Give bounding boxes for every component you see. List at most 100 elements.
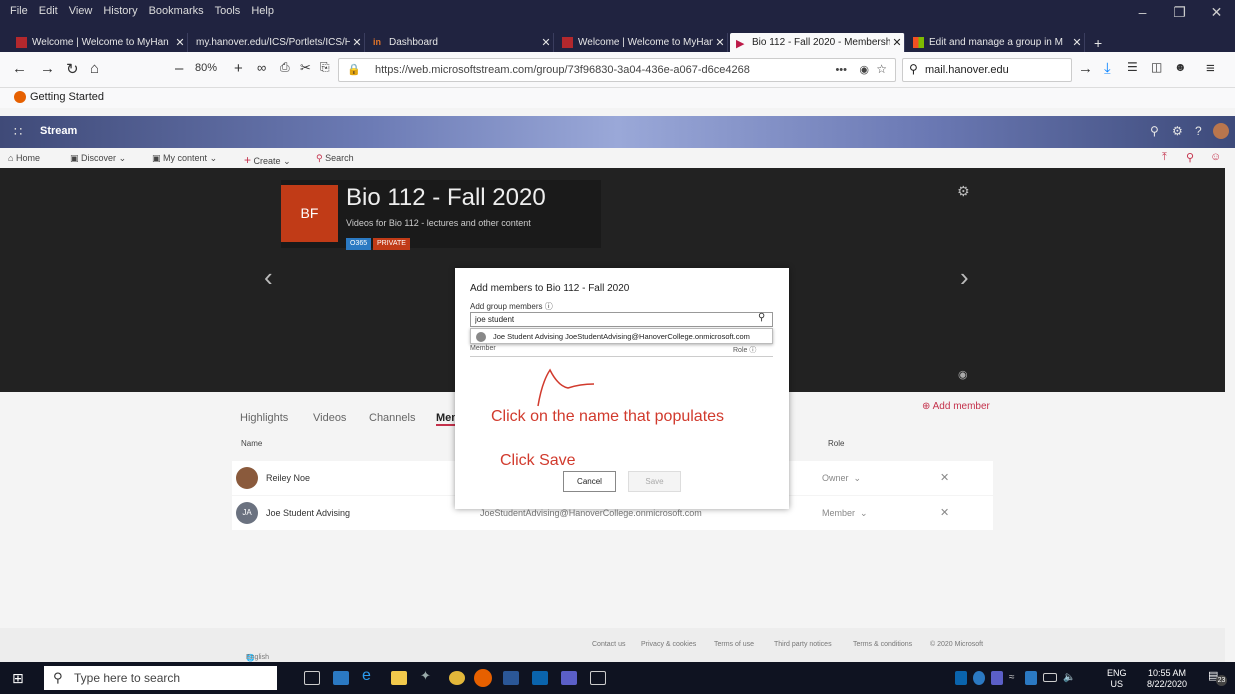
menu-tools[interactable]: Tools bbox=[215, 5, 241, 17]
outlook-icon[interactable] bbox=[532, 671, 548, 685]
cancel-button[interactable]: Cancel bbox=[563, 471, 616, 492]
input-language[interactable]: ENG US bbox=[1107, 668, 1127, 690]
bookmark-getting-started[interactable]: Getting Started bbox=[30, 91, 104, 103]
teams-icon[interactable] bbox=[561, 671, 577, 685]
add-member-button[interactable]: ⊕ Add member bbox=[922, 401, 990, 412]
volume-icon[interactable]: 🔈 bbox=[1063, 672, 1077, 686]
carousel-prev-icon[interactable]: ‹ bbox=[264, 262, 273, 293]
remove-member-icon[interactable]: ✕ bbox=[940, 471, 949, 484]
nav-home[interactable]: ⌂ Home bbox=[8, 153, 40, 163]
feedback-icon[interactable]: ☺ bbox=[1210, 151, 1221, 163]
footer-link-conditions[interactable]: Terms & conditions bbox=[853, 641, 912, 648]
role-dropdown[interactable]: Member ⌄ bbox=[822, 508, 868, 519]
sidebar-icon[interactable]: ◫ bbox=[1151, 60, 1162, 74]
back-icon[interactable]: ← bbox=[12, 60, 27, 77]
browser-tab[interactable]: my.hanover.edu/ICS/Portlets/ICS/H ✕ bbox=[190, 33, 365, 52]
carousel-indicator-icon[interactable]: ◉ bbox=[958, 368, 968, 381]
menu-help[interactable]: Help bbox=[251, 5, 274, 17]
taskbar-search-box[interactable]: ⚲ Type here to search bbox=[44, 666, 277, 690]
tab-channels[interactable]: Channels bbox=[369, 412, 415, 424]
close-tab-icon[interactable]: ✕ bbox=[890, 36, 904, 49]
page-actions-icon[interactable]: ••• bbox=[831, 64, 847, 76]
search-icon[interactable]: ⚲ bbox=[758, 312, 765, 323]
system-clock[interactable]: 10:55 AM 8/22/2020 bbox=[1147, 668, 1187, 690]
browser-tab-active[interactable]: ▶ Bio 112 - Fall 2020 - Membersh ✕ bbox=[730, 33, 905, 52]
notifications-icon[interactable]: ⚲ bbox=[1150, 124, 1159, 138]
pocket-icon[interactable]: ∞ bbox=[257, 60, 266, 75]
menu-view[interactable]: View bbox=[69, 5, 93, 17]
people-icon[interactable]: ⚲ bbox=[1186, 151, 1194, 164]
zoom-level[interactable]: 80% bbox=[195, 62, 217, 74]
group-settings-icon[interactable]: ⚙ bbox=[957, 183, 970, 200]
library-icon[interactable]: ☰ bbox=[1127, 60, 1138, 74]
pocket-save-icon[interactable]: ◉ bbox=[859, 63, 869, 76]
settings-icon[interactable]: ⚙ bbox=[1172, 124, 1183, 138]
wifi-icon[interactable]: ≈ bbox=[1009, 672, 1021, 686]
search-go-icon[interactable]: → bbox=[1078, 60, 1093, 77]
hamburger-menu-icon[interactable]: ≡ bbox=[1206, 60, 1215, 77]
new-tab-button[interactable]: + bbox=[1088, 33, 1110, 52]
close-tab-icon[interactable]: ✕ bbox=[173, 36, 187, 49]
close-tab-icon[interactable]: ✕ bbox=[350, 36, 364, 49]
menu-bookmarks[interactable]: Bookmarks bbox=[149, 5, 204, 17]
action-center-icon[interactable]: ▤ 23 bbox=[1208, 669, 1227, 687]
tray-outlook-icon[interactable] bbox=[955, 671, 967, 685]
url-bar[interactable]: 🔒 https://web.microsoftstream.com/group/… bbox=[338, 58, 896, 82]
close-window-icon[interactable]: ✕ bbox=[1198, 4, 1235, 21]
footer-link-contact[interactable]: Contact us bbox=[592, 641, 625, 648]
tab-highlights[interactable]: Highlights bbox=[240, 412, 288, 424]
close-tab-icon[interactable]: ✕ bbox=[713, 36, 727, 49]
home-icon[interactable]: ⌂ bbox=[90, 60, 99, 77]
firefox-icon[interactable] bbox=[474, 669, 492, 687]
upload-icon[interactable]: ⤒ bbox=[1162, 151, 1167, 164]
minimize-icon[interactable]: – bbox=[1124, 4, 1161, 21]
file-explorer-icon[interactable] bbox=[391, 671, 407, 685]
app-name[interactable]: Stream bbox=[40, 125, 77, 137]
cut-icon[interactable]: ✂ bbox=[300, 60, 311, 76]
browser-tab[interactable]: in Dashboard ✕ bbox=[367, 33, 554, 52]
zoom-in-icon[interactable]: + bbox=[234, 60, 243, 77]
reload-icon[interactable]: ↻ bbox=[66, 60, 79, 78]
tray-teams-icon[interactable] bbox=[991, 671, 1003, 685]
app-icon[interactable]: ✦ bbox=[420, 668, 436, 683]
app-launcher-icon[interactable]: ∷ bbox=[14, 124, 22, 140]
menu-history[interactable]: History bbox=[103, 5, 137, 17]
snipping-tool-icon[interactable] bbox=[590, 671, 606, 685]
nav-my-content[interactable]: ▣ My content ⌄ bbox=[152, 153, 217, 164]
footer-link-third-party[interactable]: Third party notices bbox=[774, 641, 832, 648]
tab-videos[interactable]: Videos bbox=[313, 412, 346, 424]
battery-icon[interactable] bbox=[1043, 673, 1057, 682]
search-field[interactable]: ⚲ mail.hanover.edu bbox=[902, 58, 1072, 82]
column-header-name[interactable]: Name bbox=[241, 439, 262, 448]
column-header-role[interactable]: Role bbox=[828, 439, 844, 448]
carousel-next-icon[interactable]: › bbox=[960, 262, 969, 293]
zoom-out-icon[interactable]: – bbox=[175, 60, 183, 77]
browser-tab[interactable]: Welcome | Welcome to MyHan ✕ bbox=[556, 33, 728, 52]
forward-icon[interactable]: → bbox=[40, 60, 55, 77]
copy-icon[interactable]: ⎘ bbox=[320, 60, 330, 75]
windows-start-icon[interactable]: ⊞ bbox=[12, 670, 24, 687]
menu-file[interactable]: File bbox=[10, 5, 28, 17]
footer-link-privacy[interactable]: Privacy & cookies bbox=[641, 641, 696, 648]
close-tab-icon[interactable]: ✕ bbox=[1070, 36, 1084, 49]
network-icon[interactable] bbox=[1025, 671, 1037, 685]
restore-icon[interactable]: ❐ bbox=[1161, 4, 1198, 21]
task-view-icon[interactable] bbox=[304, 671, 320, 685]
nav-discover[interactable]: ▣ Discover ⌄ bbox=[70, 153, 126, 164]
edge-icon[interactable]: e bbox=[362, 667, 378, 684]
browser-tab[interactable]: Welcome | Welcome to MyHan ✕ bbox=[10, 33, 188, 52]
browser-tab[interactable]: Edit and manage a group in M ✕ bbox=[907, 33, 1085, 52]
nav-create[interactable]: + Create ⌄ bbox=[244, 153, 291, 167]
word-icon[interactable] bbox=[503, 671, 519, 685]
close-tab-icon[interactable]: ✕ bbox=[539, 36, 553, 49]
bookmark-star-icon[interactable]: ☆ bbox=[876, 62, 887, 76]
add-members-input[interactable] bbox=[470, 312, 773, 327]
chrome-icon[interactable] bbox=[449, 671, 465, 685]
user-avatar[interactable] bbox=[1213, 123, 1229, 139]
print-icon[interactable]: ⎙ bbox=[280, 60, 290, 75]
onedrive-icon[interactable] bbox=[973, 671, 985, 685]
role-dropdown[interactable]: Owner ⌄ bbox=[822, 473, 861, 484]
menu-edit[interactable]: Edit bbox=[39, 5, 58, 17]
control-panel-icon[interactable] bbox=[333, 671, 349, 685]
save-button[interactable]: Save bbox=[628, 471, 681, 492]
